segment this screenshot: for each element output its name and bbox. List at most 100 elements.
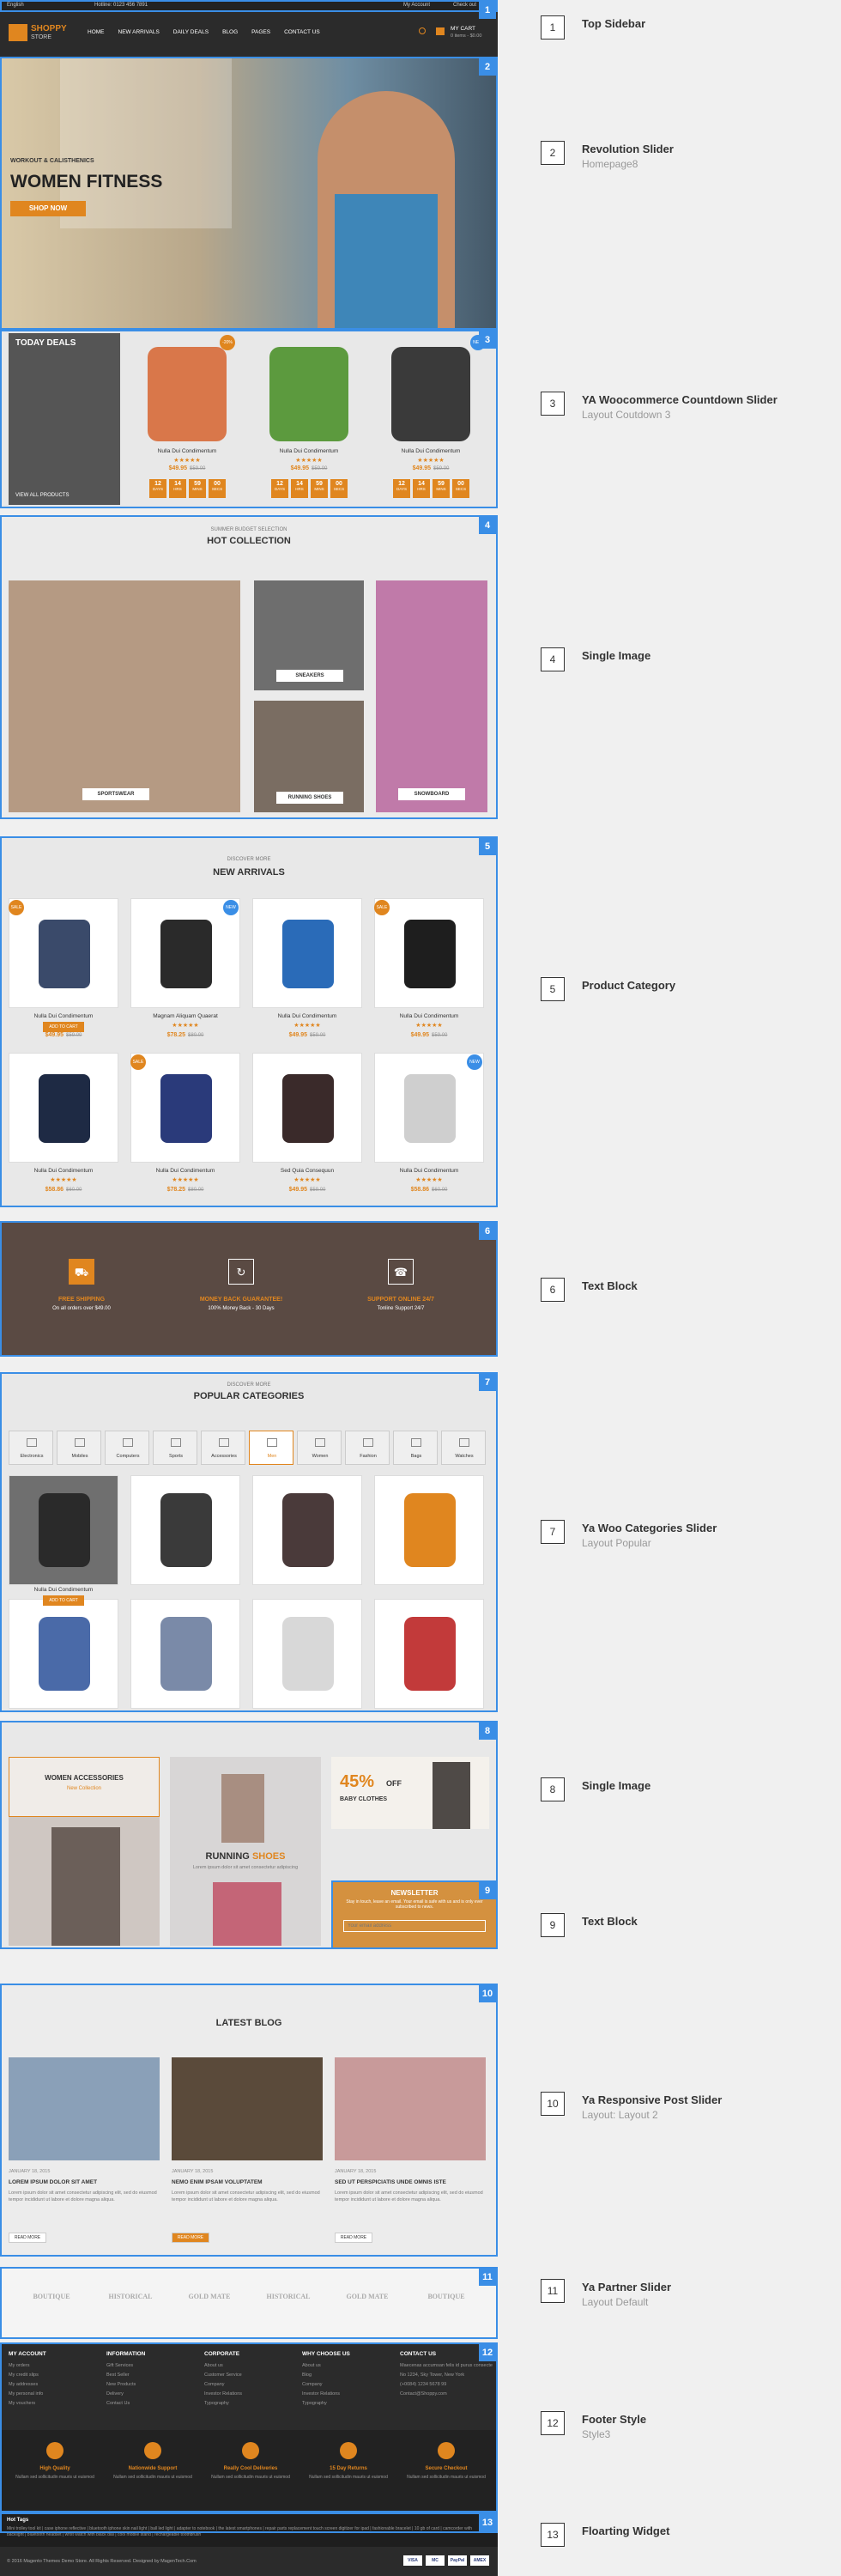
my-account-link[interactable]: My Account: [403, 0, 430, 10]
blog-post-title[interactable]: NEMO ENIM IPSAM VOLUPTATEM: [172, 2179, 263, 2185]
product-card[interactable]: SALE Nulla Dui Condimentum ★★★★★ $78.25 $80.…: [130, 1053, 245, 1204]
product-card[interactable]: Nulla Dui Condimentum ★★★★★ $58.86 $60.00: [9, 1053, 124, 1204]
tags-list[interactable]: Mini trolley tool kit | case iphone refl…: [7, 2526, 489, 2538]
footer-link[interactable]: Company: [302, 2382, 395, 2387]
footer-link[interactable]: Typography: [302, 2401, 395, 2406]
product-name[interactable]: Nulla Dui Condimentum: [9, 1013, 118, 1019]
deal-card[interactable]: NEW Nulla Dui Condimentum ★★★★★ $49.95 $59.0…: [374, 333, 487, 505]
footer-link[interactable]: Delivery: [106, 2391, 199, 2397]
footer-link[interactable]: Maecenas accumsan felis id purus consect…: [400, 2363, 493, 2368]
tab-sports[interactable]: Sports: [153, 1431, 197, 1465]
footer-link[interactable]: Contact@Shoppy.com: [400, 2391, 493, 2397]
sportswear-image[interactable]: [9, 580, 240, 812]
footer-link[interactable]: Blog: [302, 2372, 395, 2378]
product-name[interactable]: Nulla Dui Condimentum: [374, 1168, 484, 1174]
blog-post[interactable]: JANUARY 18, 2015 NEMO ENIM IPSAM VOLUPTAT…: [172, 2057, 323, 2255]
hot-label-running-shoes[interactable]: RUNNING SHOES: [276, 792, 343, 804]
footer-link[interactable]: (+0084) 1234 5678 99: [400, 2382, 493, 2387]
product-card[interactable]: NEW Magnam Aliquam Quaerat ★★★★★ $78.25 $80.…: [130, 898, 245, 1049]
logo-text[interactable]: SHOPPY: [31, 24, 67, 33]
tab-watches[interactable]: Watches: [441, 1431, 486, 1465]
product-image[interactable]: [9, 1053, 118, 1163]
snowboard-image[interactable]: [376, 580, 487, 812]
footer-link[interactable]: Typography: [204, 2401, 297, 2406]
product-image[interactable]: [374, 1053, 484, 1163]
add-to-cart-button[interactable]: ADD TO CART: [43, 1022, 84, 1032]
product-card[interactable]: NEW Nulla Dui Condimentum ★★★★★ $58.86 $60.0…: [374, 1053, 489, 1204]
footer-link[interactable]: Contact Us: [106, 2401, 199, 2406]
product-name[interactable]: Nulla Dui Condimentum: [9, 1168, 118, 1174]
shop-now-button[interactable]: SHOP NOW: [10, 201, 86, 216]
hot-label-snowboard[interactable]: SNOWBOARD: [398, 788, 465, 800]
blog-post[interactable]: JANUARY 18, 2015 LOREM IPSUM DOLOR SIT AM…: [9, 2057, 160, 2255]
product-card[interactable]: Sed Quia Consequun ★★★★★ $49.95 $59.00: [252, 1053, 367, 1204]
blog-image[interactable]: [9, 2057, 160, 2160]
category-product-image[interactable]: [130, 1599, 240, 1709]
hot-label-sneakers[interactable]: SNEAKERS: [276, 670, 343, 682]
product-name[interactable]: Nulla Dui Condimentum: [130, 1168, 240, 1174]
partner-logo[interactable]: HISTORICAL: [96, 2293, 165, 2300]
blog-image[interactable]: [335, 2057, 486, 2160]
tab-fashion[interactable]: Fashion: [345, 1431, 390, 1465]
view-all-link[interactable]: VIEW ALL PRODUCTS: [15, 493, 69, 498]
read-more-button[interactable]: READ MORE: [172, 2233, 209, 2243]
product-image[interactable]: [252, 898, 362, 1008]
newsletter-input[interactable]: [343, 1920, 486, 1932]
product-card[interactable]: SALE Nulla Dui Condimentum ADD TO CART $49.…: [9, 898, 124, 1049]
tab-computers[interactable]: Computers: [105, 1431, 149, 1465]
tab-women[interactable]: Women: [297, 1431, 342, 1465]
search-icon[interactable]: [419, 27, 426, 34]
baby-clothes-banner[interactable]: 45% OFF BABY CLOTHES: [331, 1757, 489, 1829]
footer-link[interactable]: My personal info: [9, 2391, 101, 2397]
tab-bags[interactable]: Bags: [393, 1431, 438, 1465]
footer-link[interactable]: No 1234, Sky Tower, New York: [400, 2372, 493, 2378]
footer-link[interactable]: About us: [204, 2363, 297, 2368]
product-image[interactable]: [130, 898, 240, 1008]
footer-link[interactable]: Investor Relations: [204, 2391, 297, 2397]
footer-link[interactable]: About us: [302, 2363, 395, 2368]
product-image[interactable]: [9, 898, 118, 1008]
menu-item-blog[interactable]: BLOG: [222, 29, 238, 35]
product-image[interactable]: [130, 1053, 240, 1163]
cart-icon[interactable]: [436, 27, 445, 35]
partner-logo[interactable]: BOUTIQUE: [17, 2293, 86, 2300]
category-product-image[interactable]: [252, 1599, 362, 1709]
category-product-image[interactable]: [9, 1599, 118, 1709]
category-product-image[interactable]: [130, 1475, 240, 1585]
deal-name[interactable]: Nulla Dui Condimentum: [252, 448, 366, 454]
deal-name[interactable]: Nulla Dui Condimentum: [130, 448, 244, 454]
product-name[interactable]: Nulla Dui Condimentum: [252, 1013, 362, 1019]
deal-product-image[interactable]: [148, 347, 227, 441]
footer-link[interactable]: New Products: [106, 2382, 199, 2387]
category-product-image[interactable]: [374, 1599, 484, 1709]
product-image[interactable]: [252, 1053, 362, 1163]
popular-add-to-cart[interactable]: ADD TO CART: [43, 1595, 84, 1606]
menu-item-daily-deals[interactable]: DAILY DEALS: [173, 29, 209, 35]
blog-post[interactable]: JANUARY 18, 2015 SED UT PERSPICIATIS UNDE…: [335, 2057, 486, 2255]
product-card[interactable]: SALE Nulla Dui Condimentum ★★★★★ $49.95 $59.…: [374, 898, 489, 1049]
product-image[interactable]: [374, 898, 484, 1008]
accessories-banner[interactable]: WOMEN ACCESSORIES New Collection: [9, 1757, 160, 1946]
blog-post-title[interactable]: SED UT PERSPICIATIS UNDE OMNIS ISTE: [335, 2179, 446, 2185]
hot-label-sportswear[interactable]: SPORTSWEAR: [82, 788, 149, 800]
menu-item-pages[interactable]: PAGES: [251, 29, 270, 35]
partner-logo[interactable]: BOUTIQUE: [412, 2293, 481, 2300]
footer-link[interactable]: My addresses: [9, 2382, 101, 2387]
footer-link[interactable]: Company: [204, 2382, 297, 2387]
footer-link[interactable]: My orders: [9, 2363, 101, 2368]
menu-item-new-arrivals[interactable]: NEW ARRIVALS: [118, 29, 160, 35]
menu-item-contact-us[interactable]: CONTACT US: [284, 29, 320, 35]
partner-logo[interactable]: GOLD MATE: [333, 2293, 402, 2300]
tab-accessories[interactable]: Accessories: [201, 1431, 245, 1465]
blog-post-title[interactable]: LOREM IPSUM DOLOR SIT AMET: [9, 2179, 97, 2185]
deal-product-image[interactable]: [391, 347, 470, 441]
footer-link[interactable]: My vouchers: [9, 2401, 101, 2406]
product-card[interactable]: Nulla Dui Condimentum ★★★★★ $49.95 $59.00: [252, 898, 367, 1049]
footer-link[interactable]: Gift Services: [106, 2363, 199, 2368]
read-more-button[interactable]: READ MORE: [335, 2233, 372, 2243]
deal-card[interactable]: -20% Nulla Dui Condimentum ★★★★★ $49.95 $59.…: [130, 333, 244, 505]
deal-card[interactable]: Nulla Dui Condimentum ★★★★★ $49.95 $59.00 12…: [252, 333, 366, 505]
footer-link[interactable]: My credit slips: [9, 2372, 101, 2378]
read-more-button[interactable]: READ MORE: [9, 2233, 46, 2243]
running-shoes-banner[interactable]: RUNNING SHOES Lorem ipsum dolor sit amet…: [170, 1757, 321, 1946]
